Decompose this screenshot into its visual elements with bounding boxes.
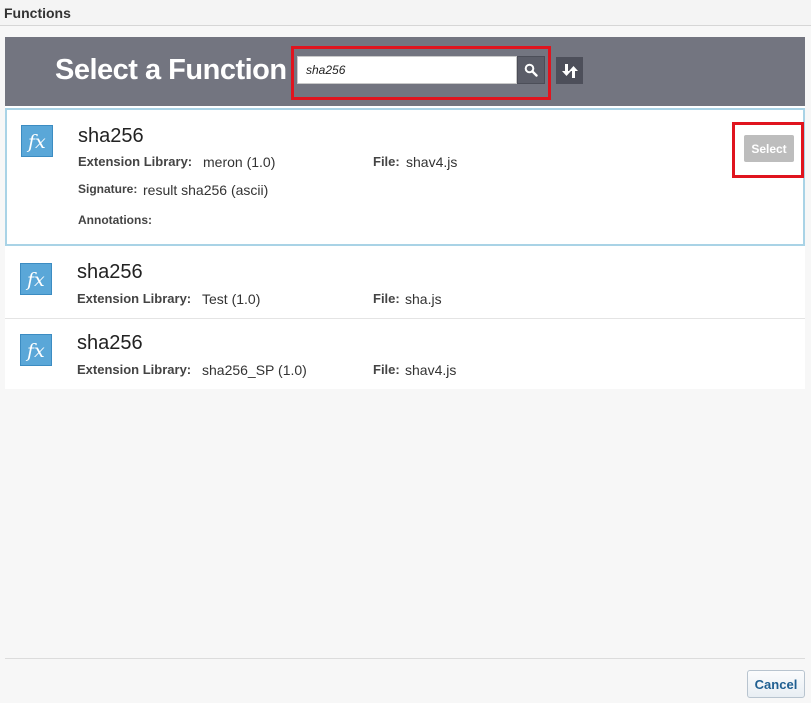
- file-label: File:: [373, 291, 400, 306]
- select-button[interactable]: Select: [744, 135, 794, 162]
- svg-text:fx: fx: [25, 340, 45, 362]
- svg-text:fx: fx: [25, 269, 45, 291]
- extension-library-value: meron (1.0): [203, 154, 276, 170]
- search-icon: [524, 63, 538, 77]
- dialog-titlebar: Functions: [0, 0, 811, 26]
- extension-library-label: Extension Library:: [77, 362, 192, 377]
- file-label: File:: [373, 154, 400, 169]
- sort-button[interactable]: [556, 57, 583, 84]
- function-icon: fx: [20, 263, 52, 295]
- search-button[interactable]: [517, 56, 545, 84]
- signature-value: result sha256 (ascii): [143, 182, 269, 198]
- function-icon: fx: [20, 334, 52, 366]
- file-value: sha.js: [405, 291, 442, 307]
- extension-library-label: Extension Library:: [78, 154, 193, 169]
- extension-library-label: Extension Library:: [77, 291, 192, 306]
- file-value: shav4.js: [405, 362, 457, 378]
- function-result-item[interactable]: fx sha256 Extension Library: sha256_SP (…: [5, 319, 805, 389]
- signature-label: Signature:: [78, 182, 138, 196]
- function-search-banner: Select a Function: [5, 37, 805, 106]
- file-label: File:: [373, 362, 400, 377]
- function-result-item[interactable]: fx sha256 Extension Library: meron (1.0)…: [5, 108, 805, 246]
- banner-heading: Select a Function: [55, 54, 287, 86]
- svg-text:fx: fx: [26, 131, 46, 153]
- search-input[interactable]: [297, 56, 517, 84]
- extension-library-value: Test (1.0): [202, 291, 261, 307]
- extension-library-value: sha256_SP (1.0): [202, 362, 307, 378]
- annotations-label: Annotations:: [78, 213, 152, 227]
- footer-divider: [5, 658, 805, 659]
- function-results-list: fx sha256 Extension Library: meron (1.0)…: [5, 106, 805, 389]
- cancel-button[interactable]: Cancel: [747, 670, 805, 698]
- sort-icon: [561, 63, 578, 78]
- function-name: sha256: [77, 261, 143, 283]
- function-name: sha256: [77, 332, 143, 354]
- function-result-item[interactable]: fx sha256 Extension Library: Test (1.0) …: [5, 248, 805, 318]
- function-icon: fx: [21, 125, 53, 157]
- dialog-title: Functions: [4, 5, 71, 21]
- function-name: sha256: [78, 125, 144, 147]
- file-value: shav4.js: [406, 154, 458, 170]
